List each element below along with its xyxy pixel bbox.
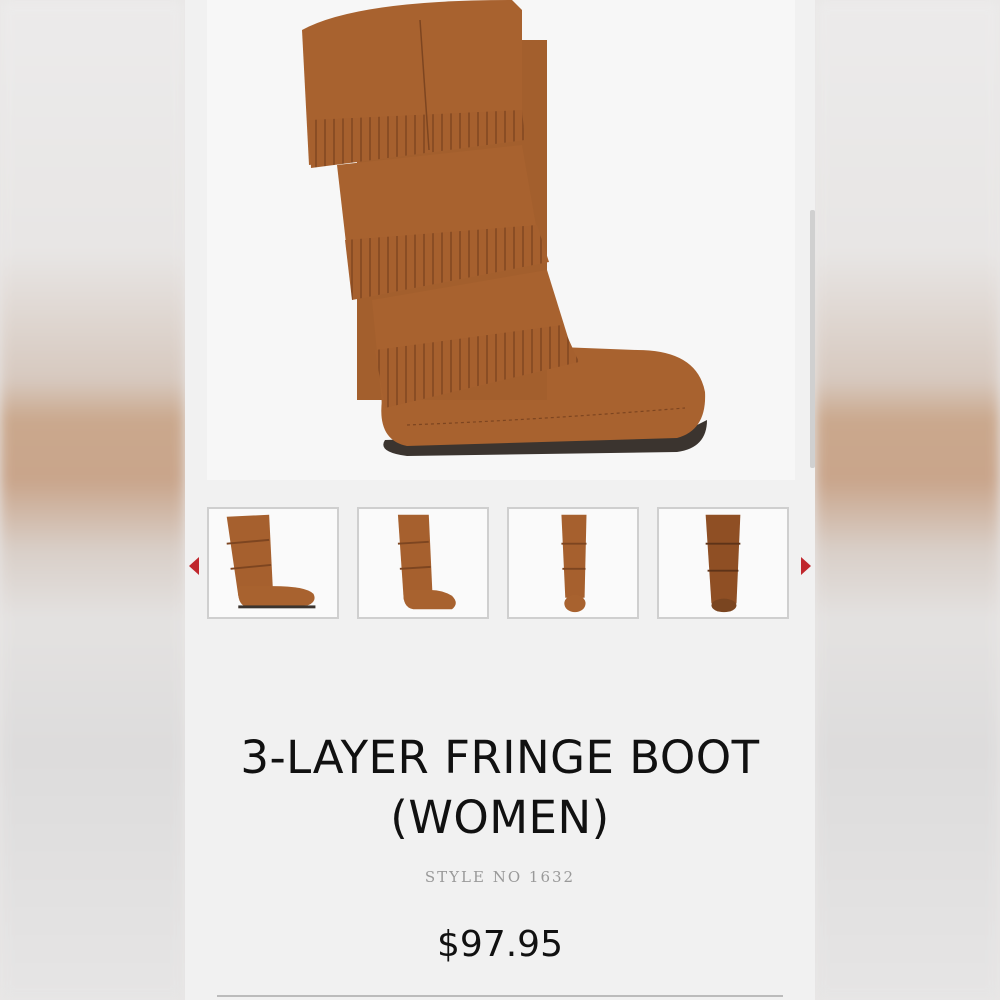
main-product-image[interactable] [207, 0, 795, 480]
blurred-background-right [815, 0, 1000, 1000]
carousel-prev-arrow-icon[interactable] [189, 557, 199, 575]
thumbnail-front-view[interactable] [507, 507, 639, 619]
thumbnail-carousel [185, 507, 815, 623]
blurred-background-left [0, 0, 185, 1000]
product-title-line2: (WOMEN) [390, 791, 610, 844]
thumbnail-back-view[interactable] [657, 507, 789, 619]
product-title-line1: 3-LAYER FRINGE BOOT [240, 731, 760, 784]
product-panel: 3-LAYER FRINGE BOOT (WOMEN) STYLE NO 163… [185, 0, 815, 1000]
thumbnail-side-view[interactable] [207, 507, 339, 619]
style-number: STYLE NO 1632 [424, 868, 576, 886]
divider [217, 995, 783, 997]
carousel-next-arrow-icon[interactable] [801, 557, 811, 575]
scrollbar-thumb[interactable] [810, 210, 815, 468]
thumbnail-angle-view[interactable] [357, 507, 489, 619]
product-title: 3-LAYER FRINGE BOOT (WOMEN) [185, 728, 815, 848]
product-price: $97.95 [437, 924, 563, 965]
